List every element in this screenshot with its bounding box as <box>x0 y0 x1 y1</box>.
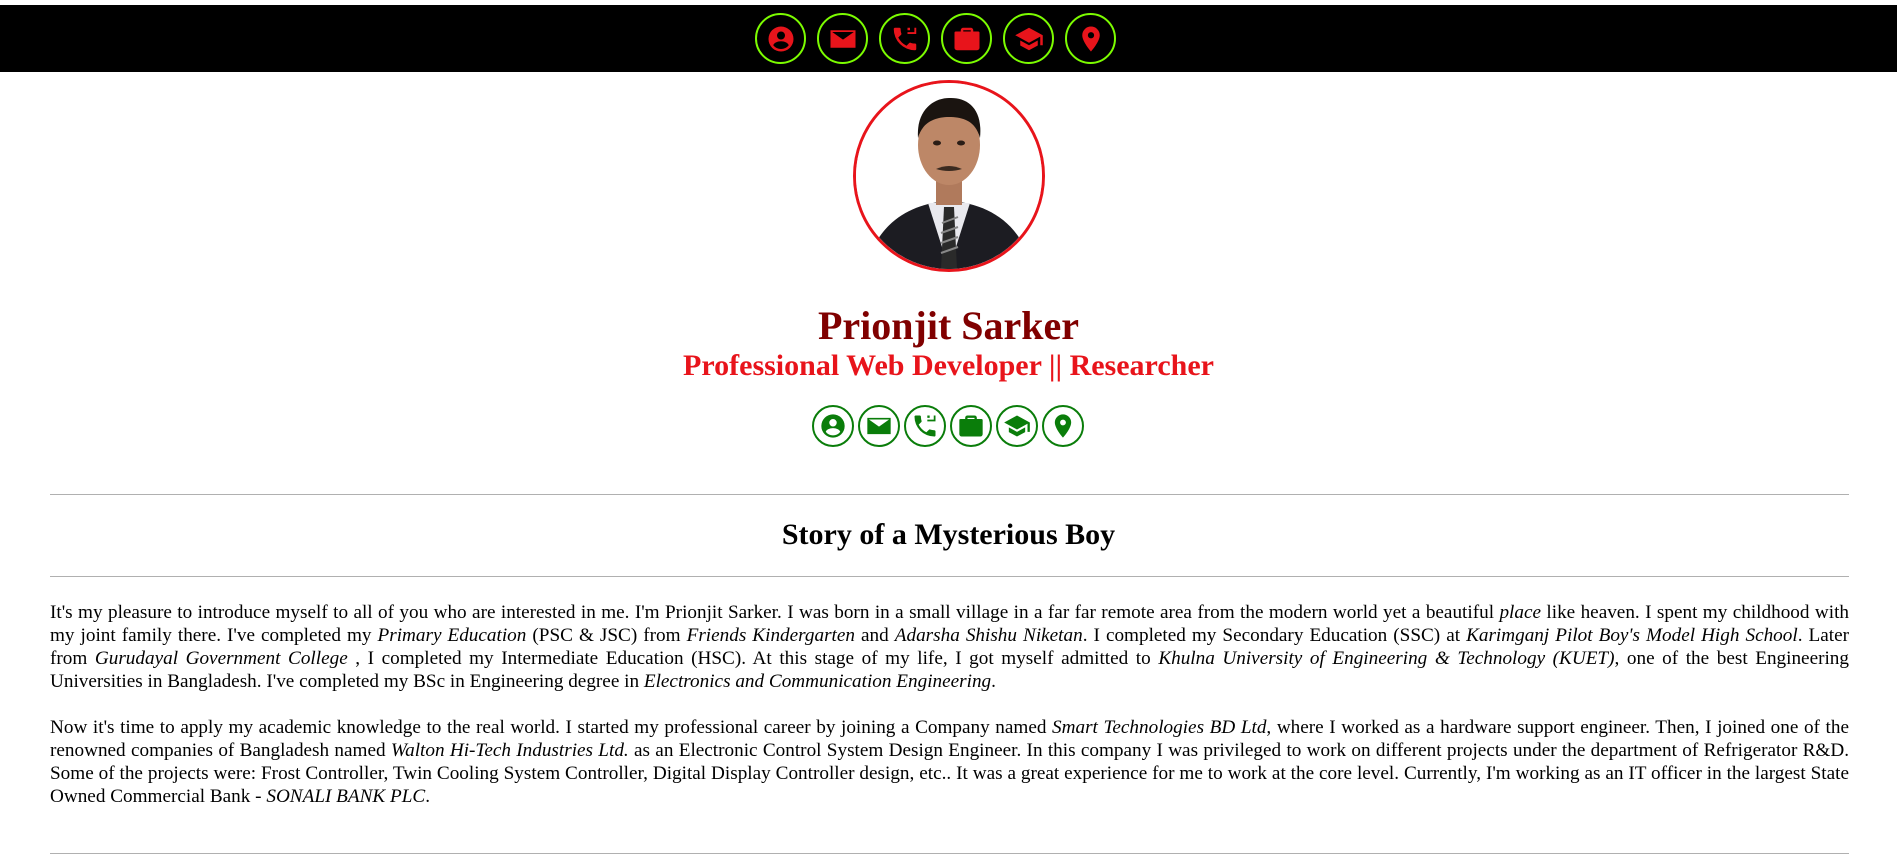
emphasis-text: Electronics and Communication Engineerin… <box>643 671 992 692</box>
emphasis-text: Karimganj Pilot Boy's Model High School <box>1466 625 1798 646</box>
mail-icon[interactable] <box>858 405 900 447</box>
divider <box>50 494 1849 495</box>
emphasis-text: Friends Kindergarten <box>686 625 855 646</box>
emphasis-text: Walton Hi-Tech Industries Ltd. <box>390 740 629 761</box>
profile-photo <box>853 80 1045 272</box>
user-icon[interactable] <box>812 405 854 447</box>
social-icons <box>812 405 1084 447</box>
story-paragraph-1: It's my pleasure to introduce myself to … <box>50 602 1849 692</box>
divider <box>50 576 1849 577</box>
phone-icon[interactable] <box>879 13 930 64</box>
emphasis-text: Primary Education <box>377 625 527 646</box>
emphasis-text: place <box>1499 602 1541 623</box>
profile-name: Prionjit Sarker <box>817 303 1080 348</box>
phone-icon[interactable] <box>904 405 946 447</box>
top-nav-icons <box>755 5 1116 72</box>
graduation-cap-icon[interactable] <box>996 405 1038 447</box>
emphasis-text: Adarsha Shishu Niketan <box>894 625 1083 646</box>
briefcase-icon[interactable] <box>950 405 992 447</box>
profile-subtitle: Professional Web Developer || Researcher <box>683 349 1214 382</box>
divider <box>50 853 1849 854</box>
story-paragraph-2: Now it's time to apply my academic knowl… <box>50 717 1850 807</box>
emphasis-text: Smart Technologies BD Ltd <box>1052 717 1267 738</box>
briefcase-icon[interactable] <box>941 13 992 64</box>
emphasis-text: SONALI BANK PLC <box>266 786 426 807</box>
emphasis-text: Khulna University of Engineering & Techn… <box>1158 648 1615 669</box>
location-pin-icon[interactable] <box>1042 405 1084 447</box>
graduation-cap-icon[interactable] <box>1003 13 1054 64</box>
emphasis-text: Gurudayal Government College <box>94 648 348 669</box>
mail-icon[interactable] <box>817 13 868 64</box>
section-title: Story of a Mysterious Boy <box>781 518 1116 551</box>
location-pin-icon[interactable] <box>1065 13 1116 64</box>
user-icon[interactable] <box>755 13 806 64</box>
